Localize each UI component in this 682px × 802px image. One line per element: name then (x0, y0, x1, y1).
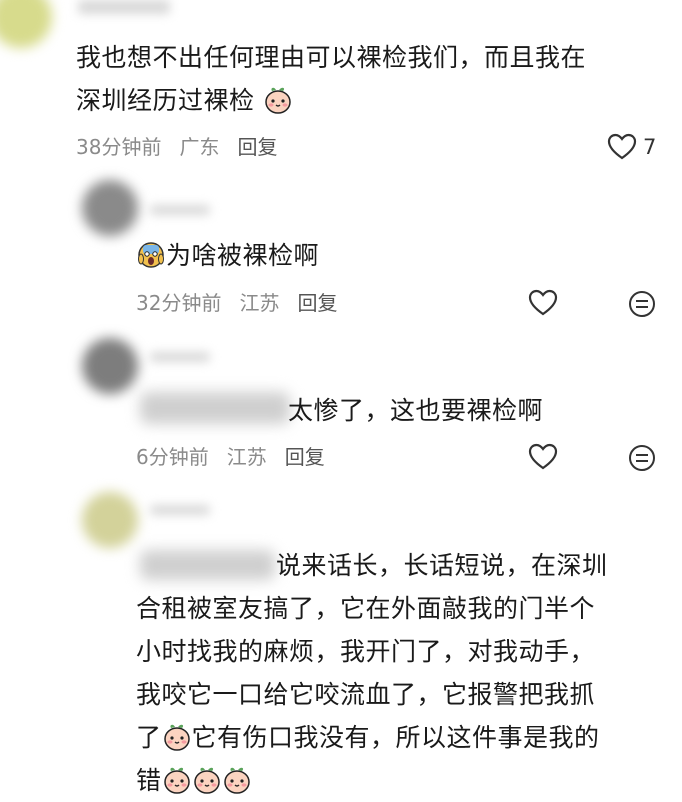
reply-button[interactable]: 回复 (237, 131, 277, 160)
comment-text-line: 合租被室友搞了，它在外面敲我的门半个 (136, 594, 596, 623)
reply-button[interactable]: 回复 (285, 441, 325, 470)
comment-meta: 38分钟前 广东 回复 (76, 131, 295, 160)
comment-text-line: 我也想不出任何理由可以裸检我们，而且我在 (76, 43, 587, 72)
peach-face-emoji (223, 767, 250, 794)
comment-text-line: 小时找我的麻烦，我开门了，对我动手， (136, 637, 596, 666)
username-blurred (78, 0, 170, 14)
heart-outline-icon[interactable] (528, 443, 558, 471)
peach-face-emoji (265, 87, 291, 114)
comment-text-line: 我咬它一口给它咬流血了，它报警把我抓 (136, 680, 596, 709)
comment-text-line: 了 它有伤口我没有，所以这件事是我的 (136, 716, 676, 759)
peach-face-emoji (163, 767, 190, 794)
comment-text-line: 为啥被裸检啊 (166, 241, 320, 270)
text-fragment: 了 (136, 723, 162, 752)
comment-meta: 6分钟前 江苏 回复 (136, 441, 343, 470)
timestamp: 32分钟前 (136, 291, 222, 315)
timestamp: 38分钟前 (76, 135, 162, 159)
comment-text-line: 太惨了，这也要裸检啊 (288, 396, 544, 425)
heart-outline-icon[interactable] (528, 289, 558, 317)
comment-text: 太惨了，这也要裸检啊 (288, 389, 543, 432)
location: 江苏 (239, 291, 280, 315)
redacted-mention (140, 392, 290, 424)
avatar[interactable] (82, 492, 138, 548)
comment-text-line: 深圳经历过裸检 (76, 86, 255, 115)
comment-text-line: 错 (136, 759, 676, 802)
comment-text-line: 说来话长，长话短说，在深圳 (276, 551, 608, 580)
timestamp: 6分钟前 (136, 445, 209, 469)
peach-face-emoji (163, 724, 190, 751)
avatar[interactable] (82, 180, 138, 236)
comment-text: 说来话长，长话短说，在深圳 合租被室友搞了，它在外面敲我的门半个 小时找我的麻烦… (136, 544, 676, 802)
avatar[interactable] (82, 338, 138, 394)
comment-meta: 32分钟前 江苏 回复 (136, 287, 355, 316)
username-blurred (150, 352, 210, 362)
text-fragment: 它有伤口我没有，所以这件事是我的 (191, 723, 600, 752)
username-blurred (150, 205, 210, 215)
avatar[interactable] (0, 0, 52, 48)
scream-emoji (138, 242, 164, 268)
location: 广东 (179, 135, 220, 159)
like-count: 7 (643, 135, 657, 159)
comment-text: 我也想不出任何理由可以裸检我们，而且我在 深圳经历过裸检 (76, 36, 666, 122)
like-button[interactable]: 7 (607, 133, 656, 161)
text-fragment: 错 (136, 766, 162, 795)
comment-text: 为啥被裸检啊 (136, 234, 319, 277)
reply-button[interactable]: 回复 (297, 287, 337, 316)
comment-smile-icon[interactable] (627, 289, 657, 319)
comment-smile-icon[interactable] (627, 443, 657, 473)
username-blurred (150, 505, 210, 515)
heart-outline-icon (607, 133, 637, 160)
location: 江苏 (226, 445, 267, 469)
peach-face-emoji (193, 767, 220, 794)
